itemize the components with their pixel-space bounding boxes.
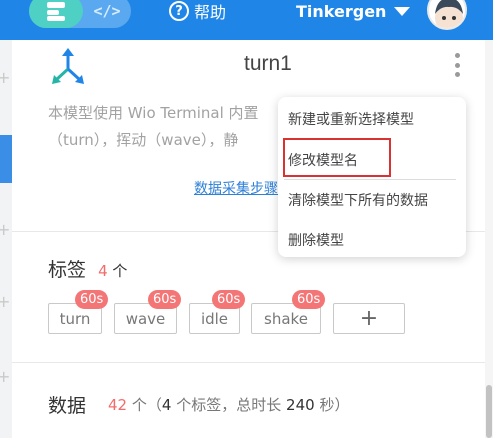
menu-item-clear-data[interactable]: 清除模型下所有的数据 [288,190,428,210]
data-unit: 个 [131,396,147,414]
plus-icon: + [0,220,11,239]
data-collection-link[interactable]: 数据采集步骤 [194,178,278,198]
plus-icon: + [0,367,11,386]
help-icon: ? [169,1,189,21]
menu-item-rename-model[interactable]: 修改模型名 [288,150,358,170]
model-options-menu: 新建或重新选择模型 修改模型名 清除模型下所有的数据 删除模型 [278,97,466,257]
model-name: turn1 [244,52,292,75]
menu-divider [284,179,456,180]
plus-icon: + [359,306,379,331]
data-summary: 42 个（4 个标签，总时长 240 秒） [108,394,349,415]
labels-unit: 个 [112,262,128,280]
duration-badge: 60s [212,290,246,309]
label-text: 个标签，总时长 [176,396,282,414]
total-duration: 240 [286,396,315,414]
tag-label: shake [264,309,308,328]
menu-item-new-model[interactable]: 新建或重新选择模型 [288,109,414,129]
duration-badge: 60s [292,290,326,309]
avatar[interactable] [427,0,467,30]
code-mode-button[interactable]: </> [91,0,123,22]
plus-icon: + [0,68,11,87]
more-options-icon[interactable] [455,53,461,77]
tag-label: wave [125,309,166,328]
plus-icon: + [0,292,11,311]
data-count: 42 [108,396,128,414]
user-menu[interactable]: Tinkergen [296,0,411,22]
paren-open: （ [146,396,162,414]
duration-unit: 秒 [319,396,335,414]
labels-title: 标签 [48,259,87,281]
duration-badge: 60s [148,290,182,309]
help-label: 帮助 [194,3,227,22]
tag-label: idle [200,309,229,328]
code-icon: </> [93,2,121,20]
blocks-mode-button[interactable] [29,0,83,28]
gutter-highlight [0,135,12,183]
left-gutter: + + + + [0,40,12,438]
blocks-icon [47,2,65,21]
motion-arrows-icon [52,48,84,84]
scrollbar-track[interactable] [485,40,493,438]
labels-count: 4 [98,262,108,280]
view-toggle[interactable]: </> [29,0,131,28]
top-bar: </> ? 帮助 Tinkergen [0,0,493,40]
username: Tinkergen [296,1,387,21]
data-heading: 数据 [48,395,87,417]
tag-label: turn [59,309,91,328]
duration-badge: 60s [75,290,109,309]
scrollbar-thumb[interactable] [486,385,492,438]
help-button[interactable]: ? 帮助 [169,0,226,22]
labels-heading: 标签 4 个 [48,255,127,282]
model-description: 本模型使用 Wio Terminal 内置（turn），挥动（wave），静 [48,104,259,149]
paren-close: ） [334,396,350,414]
add-tag-button[interactable]: + [333,303,405,334]
chevron-down-icon [394,6,411,16]
menu-item-delete-model[interactable]: 删除模型 [288,230,344,250]
divider [12,362,485,363]
label-count: 4 [161,396,172,414]
